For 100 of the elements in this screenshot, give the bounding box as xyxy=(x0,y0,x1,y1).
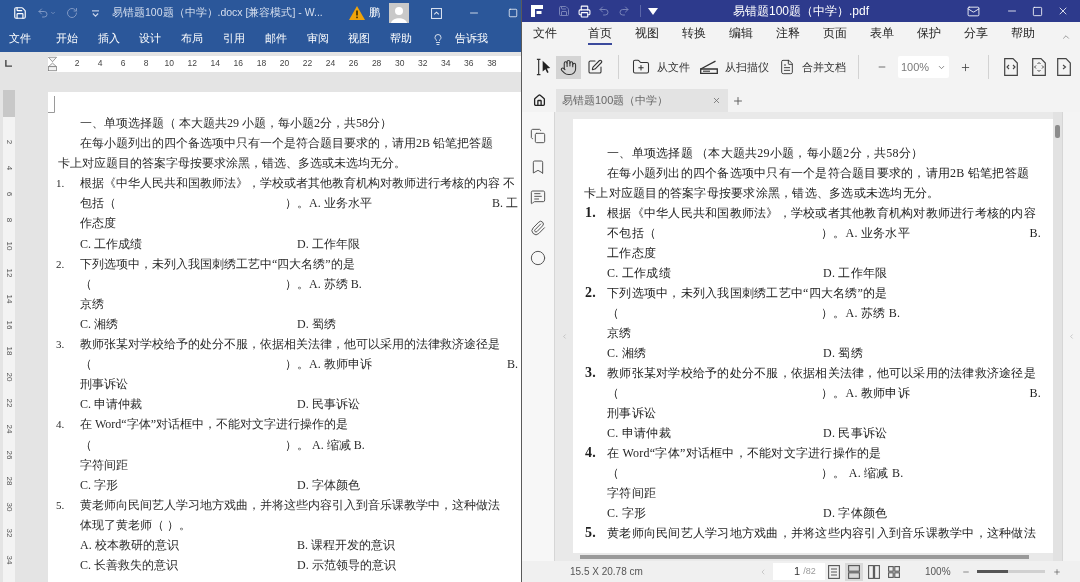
page-chevron-icon[interactable] xyxy=(1057,58,1071,76)
menu-tab[interactable]: 页面 xyxy=(822,24,847,45)
ribbon-tab[interactable]: 设计 xyxy=(129,28,172,50)
menu-tab[interactable]: 首页 xyxy=(587,24,612,45)
question-text: （ xyxy=(607,305,620,322)
zoom-slider-track[interactable] xyxy=(976,570,1045,573)
view-mode-button[interactable] xyxy=(845,562,863,581)
menu-tab[interactable]: 编辑 xyxy=(728,24,753,45)
view-mode-button[interactable] xyxy=(865,562,883,581)
folder-plus-icon xyxy=(632,58,650,76)
ruler-number: 20 xyxy=(279,59,290,68)
margin-corner-mark xyxy=(48,96,55,113)
scrollbar-thumb[interactable] xyxy=(1055,125,1060,138)
menu-tab[interactable]: 表单 xyxy=(869,24,894,45)
maximize-icon[interactable] xyxy=(1032,5,1043,17)
menu-tab[interactable]: 视图 xyxy=(634,24,659,45)
option-text: D. 蜀绣 xyxy=(823,345,863,362)
circle-icon[interactable] xyxy=(530,250,546,266)
page-four-arrows-icon[interactable] xyxy=(1032,58,1046,76)
print-icon[interactable] xyxy=(578,4,591,18)
toolbar-button[interactable]: 合并文档 xyxy=(779,54,846,80)
text-line: 在每小题列出的四个备选项中只有一个是符合题目要求的，请用2B 铅笔把答题 xyxy=(80,135,493,153)
text-line: 字符间距 xyxy=(80,456,128,474)
ribbon-tab[interactable]: 审阅 xyxy=(296,28,339,50)
ruler-number: 4 xyxy=(97,59,103,68)
bookmark-icon[interactable] xyxy=(530,158,546,175)
question-number: 3. xyxy=(56,337,65,353)
redo-icon[interactable] xyxy=(66,7,78,19)
lightbulb-icon xyxy=(432,32,445,46)
menu-tab[interactable]: 帮助 xyxy=(1010,24,1035,45)
zoom-in-icon[interactable] xyxy=(1052,567,1061,576)
option-text: ）。 A. 缩减 B. xyxy=(285,436,365,454)
text-line: 刑事诉讼 xyxy=(80,376,128,394)
option-text: C. 长善救失的意识 xyxy=(80,557,178,575)
document-tab[interactable]: 易错题100题（中学） xyxy=(556,89,728,112)
paperclip-icon[interactable] xyxy=(530,219,546,236)
page-number-field[interactable]: 1 /82 xyxy=(773,563,825,580)
page-arrows-icon[interactable] xyxy=(1004,58,1018,76)
close-icon[interactable] xyxy=(1057,5,1069,17)
option-text: C. 申请仲裁 xyxy=(607,425,671,442)
menu-tab[interactable]: 保护 xyxy=(916,24,941,45)
hand-tool-button[interactable] xyxy=(556,55,581,79)
option-text: B. 课程开发的意识 xyxy=(297,536,395,554)
text-line: 作态度 xyxy=(80,215,116,233)
option-text: ）。A. 业务水平 xyxy=(285,195,372,213)
option-text: ）。 A. 缩减 B. xyxy=(821,465,904,482)
option-text: B. 工 xyxy=(492,195,518,213)
view-mode-button[interactable] xyxy=(825,562,843,581)
ribbon-tab[interactable]: 视图 xyxy=(338,28,381,50)
ribbon-tab[interactable]: 开始 xyxy=(46,28,88,50)
ribbon-tab[interactable]: 帮助 xyxy=(380,28,423,50)
comment-icon[interactable] xyxy=(530,189,546,205)
option-text: C. 字形 xyxy=(80,476,118,494)
zoom-field[interactable]: 100% xyxy=(898,56,949,78)
menu-tab[interactable]: 转换 xyxy=(681,24,706,45)
question-text: 在 Word“字体”对话框中，不能对文字进行操作的是 xyxy=(80,416,348,434)
text-line: 卡上对应题目的答案字母按要求涂黑，错选、多选或未选均无分。 xyxy=(584,185,940,202)
undo-icon[interactable] xyxy=(37,7,49,19)
indent-marker-icon[interactable] xyxy=(48,55,57,72)
option-text: B. xyxy=(1029,225,1041,242)
ribbon-tab[interactable]: 插入 xyxy=(87,28,130,50)
two-pages-icon xyxy=(868,564,880,579)
tell-me-button[interactable]: 告诉我 xyxy=(432,28,489,50)
question-number: 5. xyxy=(585,524,596,542)
ruler-number: 2 xyxy=(5,139,13,145)
toolbar-button[interactable]: 从文件 xyxy=(632,54,690,80)
text-line: 刑事诉讼 xyxy=(607,405,656,422)
page-icon xyxy=(828,564,840,579)
ruler-number: 26 xyxy=(348,59,359,68)
menu-tab[interactable]: 注释 xyxy=(775,24,800,45)
new-tab-icon[interactable] xyxy=(732,94,744,107)
ribbon-tab[interactable]: 引用 xyxy=(213,28,255,50)
caret-down-icon[interactable] xyxy=(648,7,658,15)
ribbon-tab[interactable]: 布局 xyxy=(171,28,214,50)
home-icon[interactable] xyxy=(533,94,546,107)
text-line: 京绣 xyxy=(607,325,632,342)
pages-icon[interactable] xyxy=(530,128,546,144)
redo-icon[interactable] xyxy=(618,5,630,17)
menu-tab[interactable]: 文件 xyxy=(532,24,557,45)
ruler-number: 34 xyxy=(441,59,451,68)
horizontal-scrollbar-thumb[interactable] xyxy=(580,555,1029,559)
option-text: D. 民事诉讼 xyxy=(297,396,360,414)
ruler-number: 10 xyxy=(5,241,13,251)
ribbon-tab[interactable]: 邮件 xyxy=(255,28,297,50)
ruler-margin-block xyxy=(3,90,15,117)
question-text: 包括（ xyxy=(80,195,116,213)
customize-caret-icon[interactable] xyxy=(91,9,100,17)
window-icon[interactable] xyxy=(431,7,442,19)
ribbon-tab[interactable]: 文件 xyxy=(0,28,40,50)
menu-tab[interactable]: 分享 xyxy=(963,24,988,45)
page-count: /82 xyxy=(803,564,816,578)
tab-selector-icon[interactable] xyxy=(5,60,12,67)
option-text: D. 字体颜色 xyxy=(297,476,360,494)
mail-icon[interactable] xyxy=(966,4,981,18)
undo-icon[interactable] xyxy=(598,5,610,17)
zoom-in-icon[interactable] xyxy=(960,61,971,73)
toolbar-button[interactable]: 从扫描仪 xyxy=(700,54,769,80)
maximize-icon[interactable] xyxy=(508,8,518,18)
question-text: 根据《中华人民共和国教师法》，学校或者其他教育机构对教师进行考核的内容 不 xyxy=(80,175,515,193)
ruler-number: 16 xyxy=(233,59,244,68)
